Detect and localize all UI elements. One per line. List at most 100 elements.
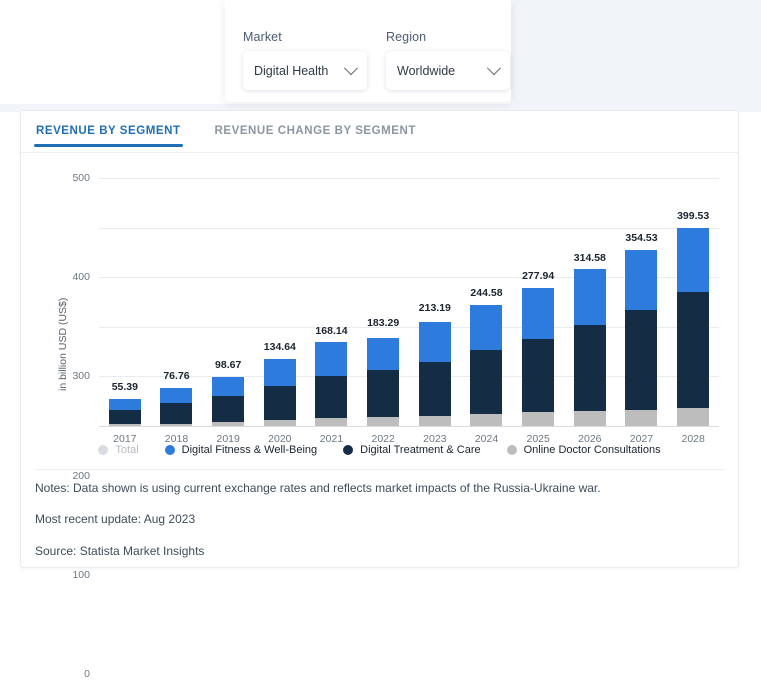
bar-value-label: 213.19 [418,302,451,315]
filter-row: Market Digital Health Region Worldwide [243,30,510,90]
legend-label: Total [115,444,139,456]
bar-segment[interactable] [108,424,141,426]
bar-group[interactable]: 76.76 2018 [151,370,203,445]
bar-segment[interactable] [625,310,658,411]
bar-group[interactable]: 354.53 2027 [616,232,668,445]
y-tick-0: 0 [84,668,90,680]
legend-divider [35,469,725,470]
legend-color-dot [164,445,175,455]
bar-segment[interactable] [108,409,141,425]
bar-segment[interactable] [263,359,296,387]
bar-segment[interactable] [418,322,451,362]
stacked-bar[interactable] [677,227,710,426]
legend-item[interactable]: Digital Treatment & Care [343,444,481,456]
bar-segment[interactable] [212,396,245,423]
bar-segment[interactable] [470,350,503,414]
stacked-bar[interactable] [625,249,658,426]
bar-group[interactable]: 168.14 2021 [306,325,358,445]
bar-segment[interactable] [522,412,555,426]
gridline-0: 0 [84,426,719,680]
stacked-bar[interactable] [522,287,555,426]
bar-group[interactable]: 277.94 2025 [512,270,564,445]
tab-revenue-change-by-segment[interactable]: REVENUE CHANGE BY SEGMENT [213,117,418,147]
bar-group[interactable]: 55.39 2017 [99,381,151,445]
bar-segment[interactable] [315,342,348,377]
region-dropdown-value: Worldwide [397,63,456,78]
bar-group[interactable]: 213.19 2023 [409,302,461,445]
bar-segment[interactable] [367,337,400,370]
background-panel-left [0,0,225,110]
stacked-bar[interactable] [367,337,400,426]
market-dropdown-value: Digital Health [254,63,329,78]
legend-color-dot [343,445,354,455]
chevron-down-icon [486,60,502,75]
stacked-bar[interactable] [108,398,141,426]
legend-item[interactable]: Online Doctor Consultations [506,444,661,456]
chart-area: in billion USD (US$) 0 100 200 300 400 500 55… [21,153,738,680]
bar-segment[interactable] [263,419,296,426]
bar-group[interactable]: 134.64 2020 [254,341,306,445]
chart-legend: Total Digital Fitness & Well-Being Digital… [21,444,738,456]
bar-segment[interactable] [573,411,606,426]
bar-segment[interactable] [625,249,658,311]
region-dropdown[interactable]: Worldwide [386,51,510,90]
bar-segment[interactable] [470,305,503,351]
tab-revenue-by-segment[interactable]: REVENUE BY SEGMENT [34,117,183,147]
bar-segment[interactable] [315,376,348,419]
bar-segment[interactable] [677,227,710,293]
bar-segment[interactable] [418,361,451,416]
bar-group[interactable]: 314.58 2026 [564,252,616,445]
bar-value-label: 183.29 [367,317,400,330]
bar-segment[interactable] [677,292,710,408]
bar-value-label: 244.58 [470,286,503,299]
tab-bar: REVENUE BY SEGMENT REVENUE CHANGE BY SEG… [34,117,418,147]
bar-segment[interactable] [367,369,400,418]
filter-panel-top-edge [225,0,511,2]
bar-segment[interactable] [573,269,606,326]
bar-segment[interactable] [470,413,503,426]
bar-segment[interactable] [263,386,296,420]
legend-label: Online Doctor Consultations [523,444,661,456]
bar-segment[interactable] [160,403,193,424]
stacked-bar[interactable] [263,359,296,426]
filter-market-label: Market [243,30,282,44]
stacked-bar[interactable] [212,377,245,426]
bar-segment[interactable] [625,410,658,426]
bar-series: 55.39 2017 76.76 2018 98.67 2019 134.64 2020 168… [99,178,719,445]
stacked-bar[interactable] [573,269,606,426]
stacked-bar[interactable] [315,342,348,426]
bar-value-label: 134.64 [263,341,296,354]
bar-segment[interactable] [315,418,348,426]
bar-segment[interactable] [160,387,193,404]
bar-segment[interactable] [367,417,400,426]
bar-group[interactable]: 98.67 2019 [202,359,254,445]
stacked-bar[interactable] [470,305,503,426]
filter-region: Region Worldwide [386,30,510,90]
bar-group[interactable]: 244.58 2024 [461,287,513,445]
note-last-update: Most recent update: Aug 2023 [35,512,196,527]
bar-group[interactable]: 399.53 2028 [667,210,719,445]
notes-block: Notes: Data shown is using current excha… [35,480,725,574]
bar-value-label: 277.94 [522,270,555,283]
legend-item[interactable]: Total [98,444,139,456]
legend-color-dot [98,445,109,455]
bar-segment[interactable] [160,423,193,426]
bar-segment[interactable] [677,407,710,426]
bar-segment[interactable] [522,338,555,413]
bar-group[interactable]: 183.29 2022 [357,317,409,445]
stacked-bar[interactable] [160,387,193,426]
filter-market: Market Digital Health [243,30,367,90]
stacked-bar[interactable] [418,322,451,426]
bar-segment[interactable] [522,287,555,339]
bar-segment[interactable] [212,422,245,426]
note-data-source: Notes: Data shown is using current excha… [35,481,601,495]
chart-card: REVENUE BY SEGMENT REVENUE CHANGE BY SEG… [20,110,739,680]
bar-segment[interactable] [212,377,245,397]
bar-value-label: 399.53 [677,209,710,222]
legend-item[interactable]: Digital Fitness & Well-Being [164,444,317,456]
bar-segment[interactable] [108,398,141,410]
bar-segment[interactable] [418,415,451,426]
market-dropdown[interactable]: Digital Health [243,51,367,90]
bar-value-label: 354.53 [625,232,658,245]
bar-segment[interactable] [573,325,606,412]
